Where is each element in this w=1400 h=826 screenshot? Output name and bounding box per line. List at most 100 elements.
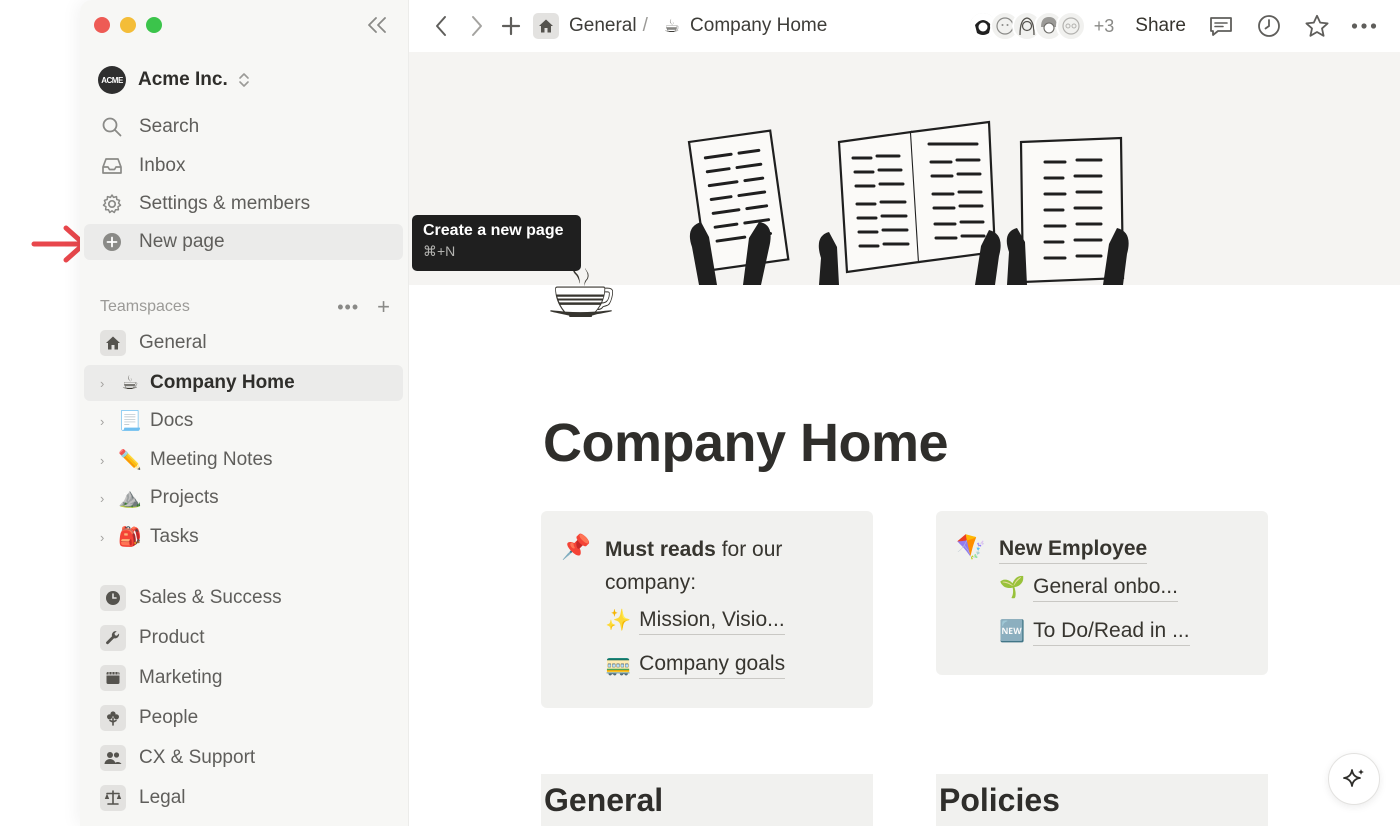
maximize-window-button[interactable] [146,17,162,33]
app-window: ACME Acme Inc. Search Inbox Settings & m… [80,0,1400,826]
chevron-right-icon[interactable]: › [100,414,112,429]
sidebar-item-company-home[interactable]: › ☕ Company Home [84,365,403,401]
sidebar-item-meeting-notes[interactable]: › ✏️ Meeting Notes [84,442,403,478]
back-button[interactable] [429,14,453,38]
extra-collaborators-count[interactable]: +3 [1094,16,1115,37]
link-new-employee[interactable]: New Employee [999,535,1148,564]
sidebar-item-marketing[interactable]: Marketing [84,660,403,696]
chevron-right-icon[interactable]: › [100,376,112,391]
sidebar-item-sales-success[interactable]: Sales & Success [84,580,403,616]
link-label[interactable]: To Do/Read in ... [1033,617,1190,646]
sidebar-item-product[interactable]: Product [84,620,403,656]
sidebar-item-legal[interactable]: Legal [84,780,403,816]
pushpin-icon: 📌 [561,534,591,561]
link-mission[interactable]: ✨ Mission, Visio... [605,606,785,635]
sidebar-item-label: Legal [139,787,186,808]
comment-icon [1210,17,1232,36]
sidebar-item-search[interactable]: Search [84,109,403,145]
sidebar-item-people[interactable]: People [84,700,403,736]
gear-icon [100,192,124,216]
breadcrumb: General / ☕ Company Home [533,13,827,39]
sidebar-item-tasks[interactable]: › 🎒 Tasks [84,519,403,555]
new-badge-icon: 🆕 [999,619,1026,643]
chevron-left-icon [436,16,446,36]
more-options-icon[interactable]: ••• [337,297,359,318]
sidebar-item-label: Docs [150,410,194,431]
more-button[interactable] [1350,13,1378,39]
new-tab-button[interactable] [499,14,523,38]
avatar [1055,11,1086,41]
sidebar-item-inbox[interactable]: Inbox [84,148,403,184]
sidebar-item-projects[interactable]: › ⛰️ Projects [84,480,403,516]
sidebar-item-cx-support[interactable]: CX & Support [84,740,403,776]
sidebar-item-label: CX & Support [139,747,256,768]
favorite-button[interactable] [1304,13,1330,39]
tooltip-shortcut: ⌘+N [423,243,456,259]
breadcrumb-separator: / [642,15,648,36]
workspace-switcher[interactable]: ACME Acme Inc. [98,66,250,94]
more-horizontal-icon [1351,23,1377,29]
collapse-sidebar-button[interactable] [364,12,390,38]
new-page-tooltip: Create a new page ⌘+N [412,215,581,271]
sidebar-item-new-page[interactable]: New page [84,224,403,260]
coffee-icon: ☕ [663,15,681,36]
sparkles-icon: ✨ [605,608,632,632]
sidebar-item-label: General [139,332,207,353]
breadcrumb-root[interactable]: General [569,15,637,37]
scale-icon [100,785,126,811]
sidebar-item-settings[interactable]: Settings & members [84,186,403,222]
topbar: General / ☕ Company Home +3 Share [409,0,1400,52]
link-label[interactable]: Mission, Visio... [639,606,785,635]
section-heading[interactable]: Policies [939,782,1060,819]
sidebar-item-general[interactable]: General [84,325,403,361]
breadcrumb-current[interactable]: Company Home [690,15,827,37]
ai-assistant-button[interactable] [1328,753,1380,805]
home-icon [533,13,559,39]
sidebar: ACME Acme Inc. Search Inbox Settings & m… [80,0,409,826]
sidebar-item-label: New page [139,231,225,252]
plus-circle-icon [100,230,124,254]
flower-icon [100,705,126,731]
share-button[interactable]: Share [1135,15,1186,37]
coffee-icon: ☕ [121,372,139,394]
callout-new-employee: 🪁 New Employee 🌱 General onbo... 🆕 To Do… [936,511,1268,675]
link-todo-read[interactable]: 🆕 To Do/Read in ... [999,617,1190,646]
search-icon [100,115,124,139]
link-general-onboarding[interactable]: 🌱 General onbo... [999,573,1178,602]
section-general: General [541,774,873,826]
page-title[interactable]: Company Home [543,412,949,474]
add-teamspace-button[interactable]: + [377,296,390,318]
sparkle-icon [1343,769,1364,787]
close-window-button[interactable] [94,17,110,33]
collaborator-avatars[interactable] [967,11,1086,41]
chevron-right-icon[interactable]: › [100,453,112,468]
link-company-goals[interactable]: 🚃 Company goals [605,650,786,679]
chevron-updown-icon [238,73,249,87]
inbox-icon [100,154,124,178]
forward-button[interactable] [465,14,489,38]
minimize-window-button[interactable] [120,17,136,33]
callout-bold-text: Must reads [605,538,716,561]
home-icon [100,330,126,356]
chevron-right-icon[interactable]: › [100,491,112,506]
double-chevron-left-icon [368,17,386,33]
pencil-icon: ✏️ [118,450,142,471]
window-controls [94,17,162,33]
history-button[interactable] [1256,13,1282,39]
comments-button[interactable] [1208,13,1234,39]
section-heading[interactable]: General [544,782,663,819]
link-label[interactable]: New Employee [999,535,1148,564]
sidebar-item-label: Tasks [150,526,199,547]
chevron-right-icon[interactable]: › [100,530,112,545]
people-icon [100,745,126,771]
plus-icon [501,16,521,36]
sidebar-item-docs[interactable]: › 📃 Docs [84,403,403,439]
link-label[interactable]: General onbo... [1033,573,1178,602]
seedling-icon: 🌱 [999,575,1026,599]
tooltip-title: Create a new page [423,222,564,239]
wrench-icon [100,625,126,651]
chevron-right-icon [472,16,482,36]
callout-must-reads: 📌 Must reads for our company: ✨ Mission,… [541,511,873,708]
teamspaces-header: Teamspaces ••• + [100,296,390,318]
link-label[interactable]: Company goals [639,650,786,679]
